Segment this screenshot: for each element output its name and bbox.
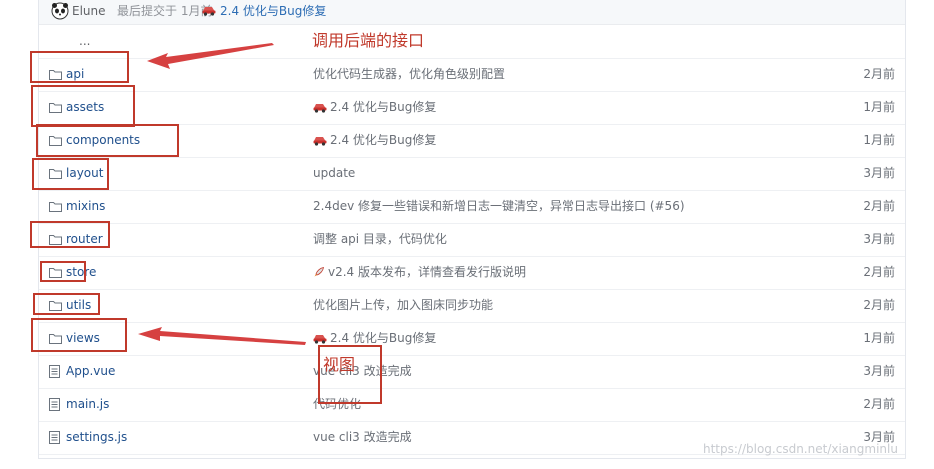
annotation-text-api: 调用后端的接口	[312, 31, 425, 50]
annotation-arrows	[138, 43, 306, 345]
arrow-to-views	[138, 327, 306, 345]
arrow-to-api	[147, 43, 274, 69]
annotation-text-views: 视图	[323, 355, 356, 374]
watermark: https://blog.csdn.net/xiangminlu	[703, 442, 898, 456]
